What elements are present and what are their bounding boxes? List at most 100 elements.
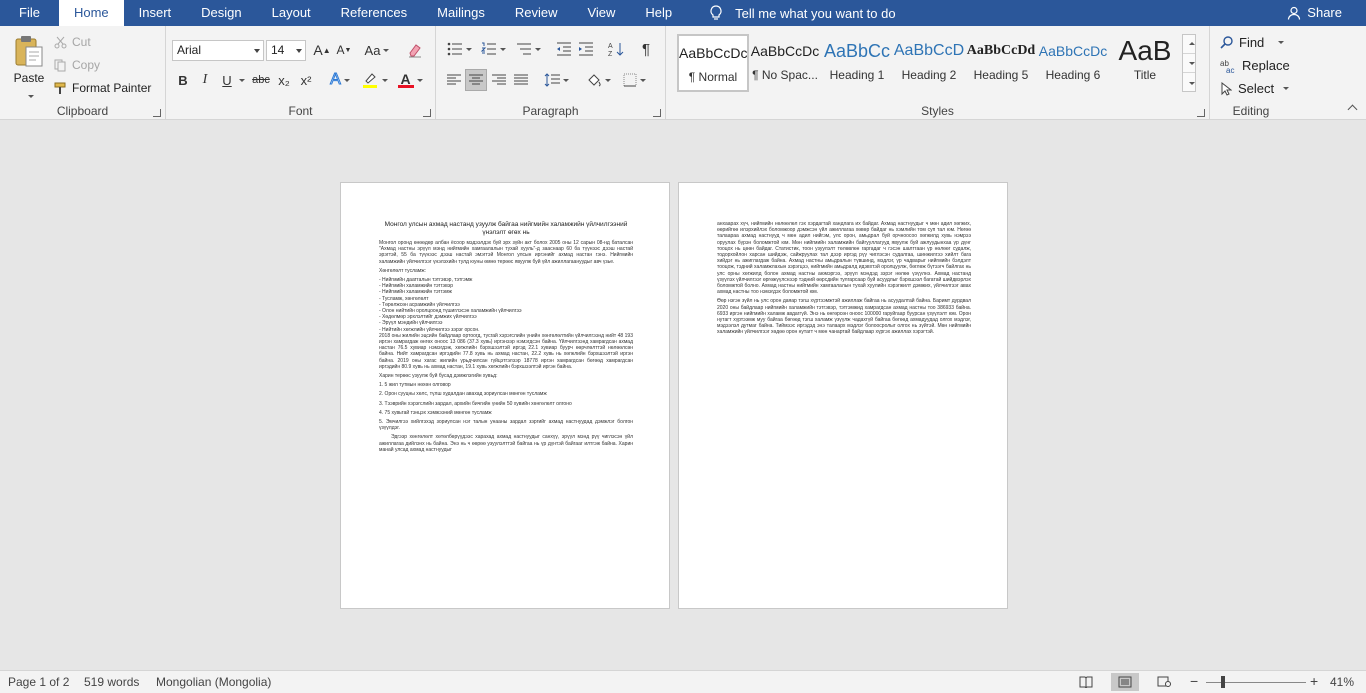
subscript-button[interactable]: x₂	[274, 69, 294, 91]
align-right-button[interactable]	[489, 69, 509, 91]
list-item: 4. 75 хувьтай тэнцэх хэмжээний мөнгөн ту…	[379, 409, 492, 416]
word-count[interactable]: 519 words	[84, 675, 139, 689]
zoom-out-button[interactable]: −	[1190, 673, 1198, 689]
paragraph-dialog-launcher[interactable]	[653, 109, 661, 117]
page-layout-icon	[1118, 676, 1132, 688]
paste-button[interactable]: Paste	[12, 34, 46, 101]
document-page-2[interactable]: анхаарах хүч, нийгмийн нөлөөлөл гэх хэрд…	[678, 182, 1008, 609]
multilevel-list-button[interactable]	[512, 38, 544, 60]
style-heading-5[interactable]: AaBbCcDd Heading 5	[965, 34, 1037, 92]
tab-references[interactable]: References	[326, 0, 422, 26]
style-heading-6[interactable]: AaBbCcDc Heading 6	[1037, 34, 1109, 92]
document-area[interactable]: Монгол улсын ахмад настанд узуулж байгаа…	[0, 121, 1366, 670]
replace-button[interactable]: ab ac Replace	[1220, 58, 1290, 73]
paragraph: анхаарах хүч, нийгмийн нөлөөлөл гэх хэрд…	[717, 221, 971, 296]
styles-dialog-launcher[interactable]	[1197, 109, 1205, 117]
page-count[interactable]: Page 1 of 2	[8, 675, 69, 689]
document-page-1[interactable]: Монгол улсын ахмад настанд узуулж байгаа…	[340, 182, 670, 609]
tab-help[interactable]: Help	[630, 0, 687, 26]
style-name: Heading 1	[829, 68, 885, 82]
outdent-icon	[557, 42, 571, 56]
page-1-content[interactable]: Монгол улсын ахмад настанд узуулж байгаа…	[379, 221, 633, 456]
justify-button[interactable]	[511, 69, 531, 91]
sort-icon: AZ	[608, 43, 624, 57]
paint-bucket-icon	[587, 74, 601, 87]
web-layout-icon	[1157, 676, 1171, 687]
text-effects-button[interactable]: A	[326, 69, 354, 91]
format-painter-label: Format Painter	[72, 81, 152, 95]
collapse-ribbon-icon[interactable]	[1347, 104, 1358, 115]
grow-font-icon: A	[313, 42, 323, 58]
style-no-spacing[interactable]: AaBbCcDc ¶ No Spac...	[749, 34, 821, 92]
italic-button[interactable]: I	[196, 69, 214, 91]
strikethrough-button[interactable]: abc	[250, 69, 272, 91]
font-dialog-launcher[interactable]	[423, 109, 431, 117]
sort-button[interactable]: AZ	[606, 38, 626, 60]
tab-home[interactable]: Home	[58, 0, 124, 26]
style-heading-2[interactable]: AaBbCcD Heading 2	[893, 34, 965, 92]
gallery-down-icon[interactable]	[1183, 54, 1195, 73]
clear-formatting-button[interactable]	[404, 39, 426, 61]
bold-button[interactable]: B	[174, 69, 192, 91]
border-icon	[623, 73, 636, 87]
bullets-button[interactable]	[444, 38, 474, 60]
font-color-button[interactable]: A	[394, 69, 426, 91]
highlight-color-button[interactable]	[358, 69, 390, 91]
align-left-button[interactable]	[444, 69, 464, 91]
scissors-icon	[54, 36, 67, 48]
gallery-more-icon[interactable]	[1183, 73, 1195, 92]
svg-text:Z: Z	[608, 51, 613, 57]
font-size-combo[interactable]: 14	[266, 40, 306, 61]
tab-review[interactable]: Review	[500, 0, 573, 26]
read-mode-button[interactable]	[1072, 673, 1100, 691]
paste-dropdown-icon[interactable]	[27, 95, 34, 98]
share-label: Share	[1307, 5, 1342, 20]
tab-design[interactable]: Design	[186, 0, 256, 26]
font-name-combo[interactable]: Arial	[172, 40, 264, 61]
shading-button[interactable]	[582, 69, 614, 91]
language-indicator[interactable]: Mongolian (Mongolia)	[156, 675, 271, 689]
decrease-indent-button[interactable]	[554, 38, 574, 60]
format-painter-button[interactable]: Format Painter	[54, 81, 151, 95]
zoom-level[interactable]: 41%	[1330, 675, 1354, 689]
underline-button[interactable]: U	[218, 69, 236, 91]
find-button[interactable]: Find	[1220, 35, 1285, 50]
tell-me-search[interactable]: Tell me what you want to do	[687, 0, 896, 26]
tab-layout[interactable]: Layout	[257, 0, 326, 26]
tab-mailings[interactable]: Mailings	[422, 0, 500, 26]
clipboard-dialog-launcher[interactable]	[153, 109, 161, 117]
grow-font-button[interactable]: A ▲	[312, 39, 332, 61]
tell-me-label: Tell me what you want to do	[735, 5, 896, 21]
gallery-up-icon[interactable]	[1183, 35, 1195, 54]
paste-label: Paste	[13, 71, 45, 85]
style-title[interactable]: AaB Title	[1109, 34, 1181, 92]
underline-dropdown-icon[interactable]	[239, 79, 245, 82]
tab-file[interactable]: File	[0, 0, 59, 26]
show-formatting-button[interactable]: ¶	[636, 38, 656, 60]
zoom-in-button[interactable]: +	[1310, 673, 1318, 689]
select-button[interactable]: Select	[1220, 81, 1290, 96]
web-layout-button[interactable]	[1150, 673, 1178, 691]
line-spacing-button[interactable]	[540, 69, 572, 91]
zoom-slider-thumb[interactable]	[1221, 676, 1225, 688]
borders-button[interactable]	[618, 69, 650, 91]
tab-view[interactable]: View	[572, 0, 630, 26]
copy-button[interactable]: Copy	[54, 58, 100, 72]
paragraph-group: AZ ¶ Paragraph	[436, 26, 666, 120]
page-2-content[interactable]: анхаарах хүч, нийгмийн нөлөөлөл гэх хэрд…	[717, 221, 971, 339]
cut-button[interactable]: Cut	[54, 35, 91, 49]
change-case-button[interactable]: Aa	[362, 39, 392, 61]
shrink-font-button[interactable]: A ▼	[334, 39, 354, 61]
menu-bar: File Home Insert Design Layout Reference…	[0, 0, 1366, 26]
style-normal[interactable]: AaBbCcDc ¶ Normal	[677, 34, 749, 92]
share-button[interactable]: Share	[1287, 0, 1342, 26]
align-center-button[interactable]	[465, 69, 487, 91]
tab-insert[interactable]: Insert	[124, 0, 187, 26]
increase-indent-button[interactable]	[576, 38, 596, 60]
numbering-button[interactable]	[478, 38, 508, 60]
style-heading-1[interactable]: AaBbCc Heading 1	[821, 34, 893, 92]
lightbulb-icon	[710, 5, 722, 20]
style-name: ¶ Normal	[688, 70, 738, 84]
print-layout-button[interactable]	[1111, 673, 1139, 691]
superscript-button[interactable]: x²	[296, 69, 316, 91]
